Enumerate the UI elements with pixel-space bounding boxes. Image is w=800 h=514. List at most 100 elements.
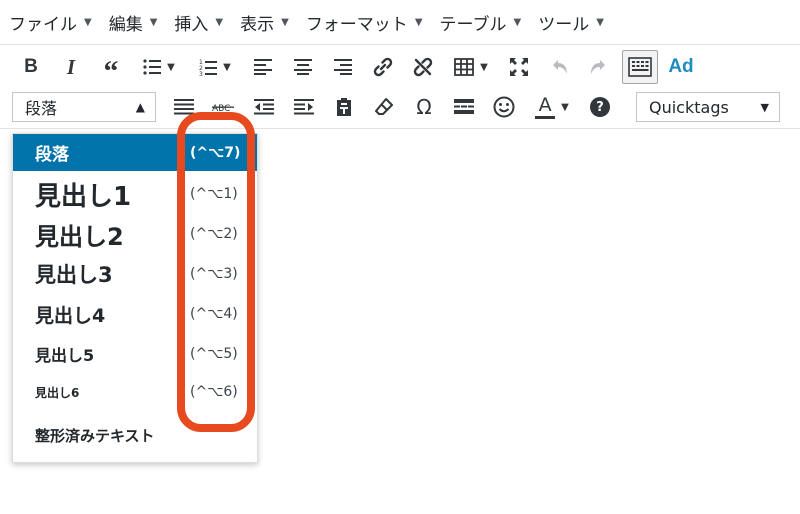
redo-button[interactable] [579, 50, 619, 84]
format-option-label: 見出し2 [35, 222, 124, 251]
format-option-heading-5[interactable]: 見出し5 (^⌥5) [13, 334, 257, 374]
table-button[interactable]: ▼ [443, 50, 499, 84]
format-option-shortcut: (^⌥4) [190, 306, 238, 322]
format-option-label: 見出し4 [35, 304, 106, 327]
align-center-icon [294, 59, 312, 75]
horizontal-rule-button[interactable] [164, 90, 204, 124]
menu-format[interactable]: フォーマット ▼ [297, 0, 431, 44]
chevron-down-icon[interactable]: ▼ [480, 62, 488, 73]
chevron-down-icon[interactable]: ▼ [167, 62, 175, 73]
bold-button[interactable]: B [11, 50, 51, 84]
align-left-button[interactable] [243, 50, 283, 84]
text-color-icon: A [535, 95, 556, 119]
menu-insert[interactable]: 挿入 ▼ [165, 0, 231, 44]
unlink-button[interactable] [403, 50, 443, 84]
fullscreen-button[interactable] [499, 50, 539, 84]
chevron-down-icon: ▼ [84, 16, 92, 28]
chevron-down-icon: ▼ [215, 16, 224, 28]
indent-button[interactable] [284, 90, 324, 124]
horizontal-rule-icon [174, 99, 194, 115]
format-option-label: 整形済みテキスト [35, 426, 155, 445]
align-left-icon [254, 59, 272, 75]
menu-tools-label: ツール [538, 14, 590, 35]
blockquote-icon: “ [103, 55, 119, 88]
undo-button[interactable] [539, 50, 579, 84]
quicktags-select[interactable]: Quicktags ▼ [636, 92, 780, 122]
format-select[interactable]: 段落 ▲ [12, 92, 156, 122]
menu-file-label: ファイル [9, 14, 77, 35]
emoji-button[interactable] [484, 90, 524, 124]
toolbar-primary: B I “ ▼ 1 2 3 ▼ ▼ Ad [0, 46, 800, 88]
outdent-button[interactable] [244, 90, 284, 124]
menu-edit[interactable]: 編集 ▼ [100, 0, 166, 44]
unlink-icon [413, 57, 433, 77]
svg-text:3: 3 [199, 71, 203, 76]
outdent-icon [254, 99, 274, 115]
redo-icon [591, 60, 605, 74]
menu-insert-label: 挿入 [174, 14, 209, 35]
text-color-swatch [535, 115, 556, 119]
menu-format-label: フォーマット [305, 14, 408, 35]
menu-table[interactable]: テーブル ▼ [431, 0, 530, 44]
numbered-list-button[interactable]: 1 2 3 ▼ [187, 50, 243, 84]
read-more-icon [454, 99, 474, 114]
link-icon [373, 57, 393, 77]
format-option-paragraph[interactable]: 段落 (^⌥7) [13, 134, 257, 171]
italic-icon: I [66, 54, 76, 79]
table-icon [454, 58, 475, 76]
blockquote-button[interactable]: “ [91, 50, 131, 88]
format-option-label: 見出し1 [35, 181, 132, 212]
link-button[interactable] [363, 50, 403, 84]
menu-view-label: 表示 [240, 14, 275, 35]
chevron-down-icon: ▼ [281, 16, 289, 28]
chevron-down-icon: ▼ [149, 16, 158, 28]
format-option-heading-4[interactable]: 見出し4 (^⌥4) [13, 294, 257, 334]
format-option-heading-1[interactable]: 見出し1 (^⌥1) [13, 174, 257, 214]
ad-icon: Ad [668, 56, 694, 77]
align-center-button[interactable] [283, 50, 323, 84]
menu-tools[interactable]: ツール ▼ [529, 0, 612, 44]
format-option-heading-2[interactable]: 見出し2 (^⌥2) [13, 214, 257, 254]
menu-edit-label: 編集 [108, 14, 143, 35]
format-option-preformatted[interactable]: 整形済みテキスト [13, 417, 257, 453]
paste-text-button[interactable] [324, 90, 364, 124]
format-option-shortcut: (^⌥7) [190, 144, 241, 161]
ad-button[interactable]: Ad [661, 50, 701, 84]
format-option-shortcut: (^⌥3) [190, 266, 238, 282]
special-character-button[interactable]: Ω [404, 90, 444, 124]
chevron-down-icon[interactable]: ▼ [223, 62, 231, 73]
strikethrough-button[interactable]: ABC [204, 90, 244, 124]
smiley-icon [493, 96, 515, 118]
bullet-list-icon [143, 59, 162, 75]
format-option-shortcut: (^⌥1) [190, 186, 238, 202]
indent-icon [294, 99, 314, 115]
omega-icon: Ω [416, 95, 432, 119]
toolbar-toggle-button[interactable] [622, 50, 658, 84]
italic-button[interactable]: I [51, 50, 91, 84]
svg-text:ABC: ABC [212, 104, 230, 114]
chevron-down-icon: ▼ [760, 100, 769, 114]
chevron-down-icon[interactable]: ▼ [561, 102, 569, 113]
align-right-button[interactable] [323, 50, 363, 84]
clipboard-icon [337, 98, 351, 116]
clear-formatting-button[interactable] [364, 90, 404, 124]
bullet-list-button[interactable]: ▼ [131, 50, 187, 84]
menu-view[interactable]: 表示 ▼ [231, 0, 297, 44]
text-color-button[interactable]: A ▼ [524, 90, 580, 124]
chevron-down-icon: ▼ [513, 16, 522, 28]
format-option-heading-6[interactable]: 見出し6 (^⌥6) [13, 372, 257, 412]
format-option-heading-3[interactable]: 見出し3 (^⌥3) [13, 254, 257, 294]
eraser-icon [375, 98, 393, 115]
read-more-button[interactable] [444, 90, 484, 124]
align-right-icon [334, 59, 352, 75]
caret-up-icon: ▲ [135, 100, 145, 114]
format-option-shortcut: (^⌥5) [190, 346, 238, 362]
quicktags-select-value: Quicktags [649, 97, 729, 117]
format-option-label: 見出し3 [35, 263, 113, 287]
help-button[interactable]: ? [580, 90, 620, 124]
strikethrough-icon: ABC [212, 104, 234, 114]
toolbar-toggle-icon [628, 57, 652, 77]
menu-table-label: テーブル [439, 14, 507, 35]
chevron-down-icon: ▼ [596, 16, 604, 28]
menu-file[interactable]: ファイル ▼ [0, 0, 100, 44]
